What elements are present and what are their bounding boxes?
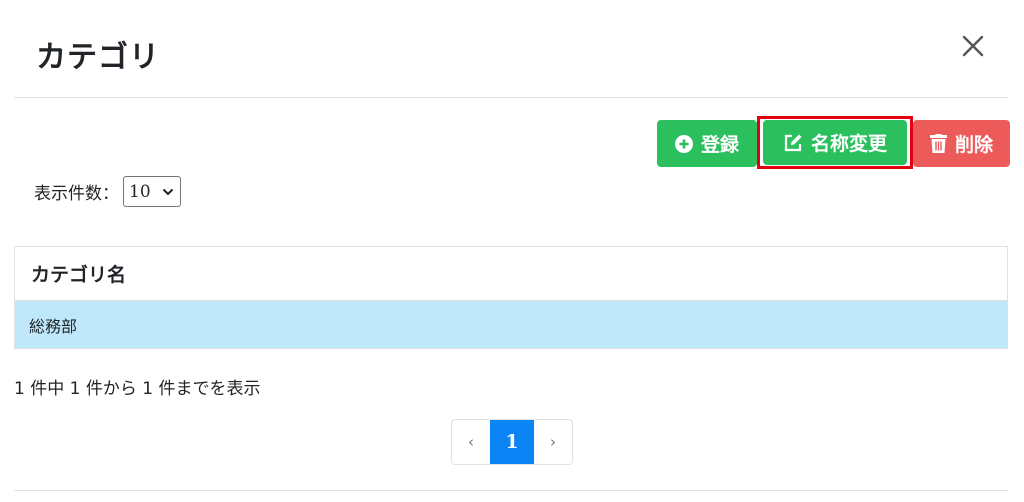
pagination-page-1[interactable]: 1 [490,420,534,464]
perpage-value: 10 [129,181,151,202]
perpage-select[interactable]: 10 [123,176,181,207]
perpage-label: 表示件数： [34,184,119,204]
delete-button[interactable]: 削除 [913,120,1010,167]
chevron-down-icon [162,188,174,195]
delete-button-label: 削除 [954,134,993,156]
pagination: ‹ 1 › [451,419,573,465]
close-icon [962,35,984,57]
register-button[interactable]: 登録 [657,120,757,167]
rename-button-label: 名称変更 [810,133,887,155]
header-divider [14,97,1008,98]
category-table: カテゴリ名 総務部 [14,246,1008,349]
rename-button[interactable]: 名称変更 [763,120,907,165]
pagination-next[interactable]: › [534,420,572,464]
footer-divider [14,490,1008,491]
pagination-prev[interactable]: ‹ [452,420,490,464]
edit-icon [784,134,802,151]
perpage-control: 表示件数： 10 [34,176,181,207]
rename-button-highlight: 名称変更 [757,116,913,169]
close-button[interactable] [957,30,989,62]
register-button-label: 登録 [700,134,739,156]
plus-circle-icon [674,134,693,153]
trash-icon [929,134,947,153]
table-row[interactable]: 総務部 [15,301,1007,348]
modal-title: カテゴリ [36,40,160,75]
toolbar: 登録 名称変更 削除 [657,116,1010,169]
table-cell-category-name: 総務部 [29,316,78,336]
table-info: 1 件中 1 件から 1 件までを表示 [14,379,261,399]
column-header-category-name[interactable]: カテゴリ名 [15,247,1007,301]
